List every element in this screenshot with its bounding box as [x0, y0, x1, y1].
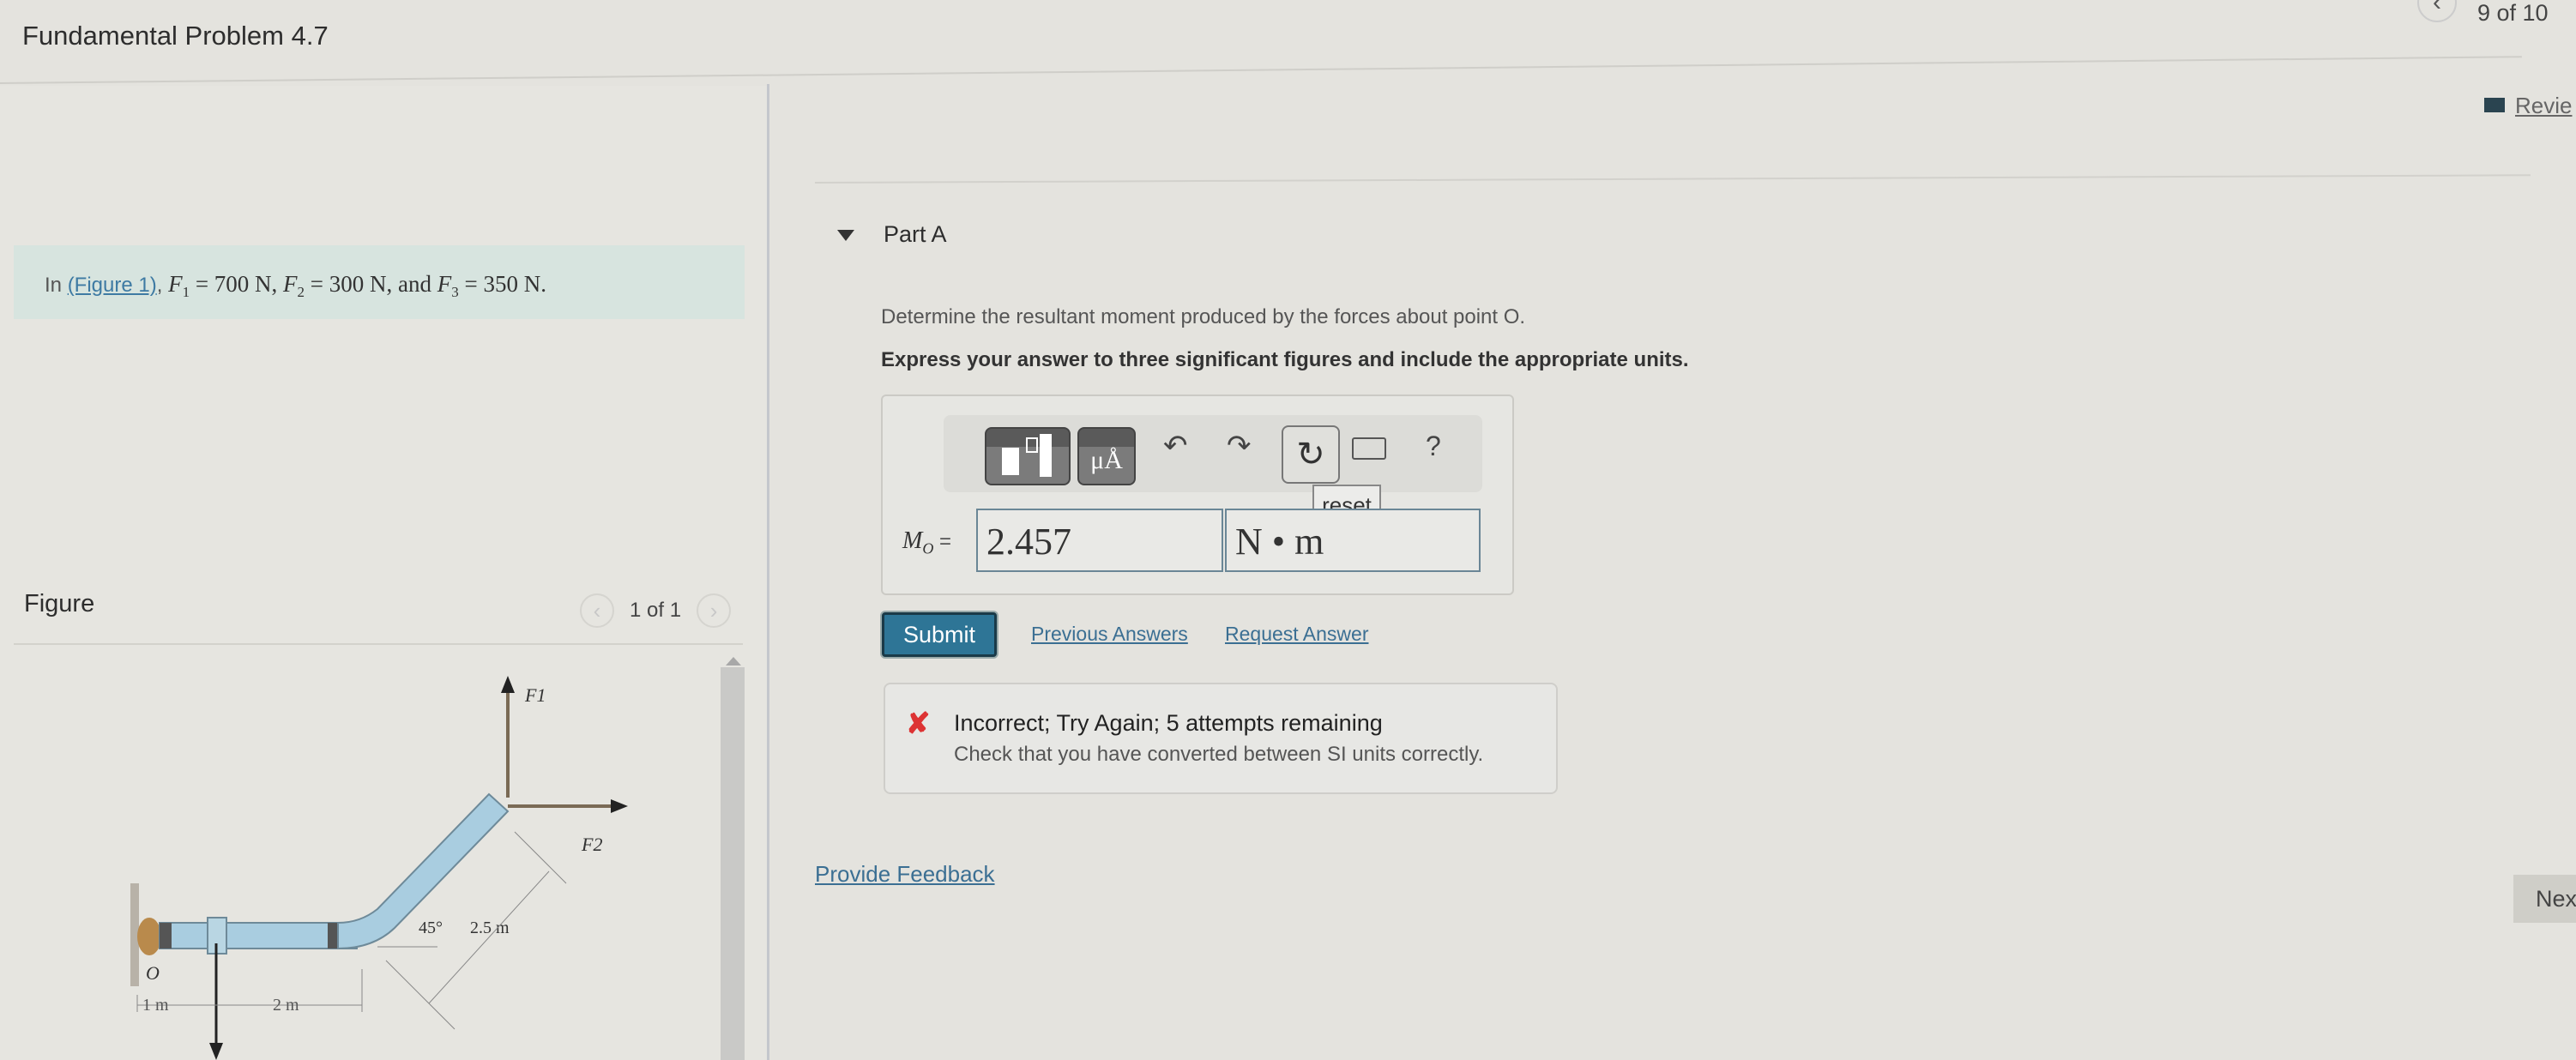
previous-answers-link[interactable]: Previous Answers	[1031, 623, 1188, 646]
comma: ,	[156, 274, 169, 297]
angle-label: 45°	[419, 918, 443, 937]
feedback-hint: Check that you have converted between SI…	[954, 743, 1484, 766]
pipe-joint	[328, 923, 338, 949]
origin-label: O	[146, 962, 160, 984]
previous-item-button[interactable]: ‹	[2417, 0, 2457, 22]
math-toolbar: μÅ ↶ ↷ ↻ ?	[944, 415, 1482, 492]
incorrect-x-icon: ✘	[906, 708, 931, 740]
answer-label: MO =	[902, 527, 951, 558]
templates-button[interactable]	[985, 427, 1071, 485]
help-button[interactable]: ?	[1426, 431, 1441, 462]
part-divider	[814, 174, 2531, 184]
question-text: Determine the resultant moment produced …	[881, 305, 1526, 328]
undo-icon[interactable]: ↶	[1163, 429, 1188, 463]
header-divider	[0, 56, 2522, 84]
figure-page-count: 1 of 1	[630, 599, 682, 622]
chevron-left-icon: ‹	[2433, 0, 2441, 16]
horizontal-pipe	[159, 922, 358, 949]
review-icon	[2484, 98, 2505, 112]
figure-link[interactable]: (Figure 1)	[68, 274, 157, 297]
panel-divider[interactable]	[767, 84, 769, 1060]
units-button[interactable]: μÅ	[1077, 427, 1136, 485]
f1-label: F1	[524, 684, 546, 706]
page-title: Fundamental Problem 4.7	[22, 21, 329, 51]
reset-button[interactable]: ↻	[1282, 425, 1340, 484]
f2-value: = 300 N, and	[305, 271, 437, 297]
item-counter: 9 of 10	[2477, 0, 2549, 26]
figure-heading: Figure	[24, 590, 95, 617]
pipe-joint	[160, 923, 172, 949]
f3-value: = 350 N.	[458, 271, 546, 297]
dim-ext	[385, 960, 455, 1030]
templates-icon	[1002, 448, 1019, 475]
figure-divider	[14, 643, 743, 645]
chevron-right-icon: ›	[709, 597, 718, 623]
provide-feedback-link[interactable]: Provide Feedback	[815, 861, 995, 888]
figure-pager: ‹ 1 of 1 ›	[580, 593, 732, 628]
part-a-title[interactable]: Part A	[884, 221, 947, 248]
dim-ext	[514, 831, 567, 884]
f1-value: = 700 N,	[190, 271, 284, 297]
collapse-triangle-icon[interactable]	[837, 230, 854, 241]
f3-sub: 3	[451, 283, 459, 300]
f1-sub: 1	[182, 283, 190, 300]
problem-prefix: In	[45, 274, 68, 297]
f2-symbol: F	[283, 271, 298, 297]
feedback-box	[884, 683, 1558, 794]
pipe-figure: F1 F2 1 m 2 m O 45° 2.5 m	[130, 676, 628, 1060]
dim-1m: 1 m	[142, 996, 169, 1015]
figure-scrollbar[interactable]	[721, 667, 745, 1060]
instruction-text: Express your answer to three significant…	[881, 348, 1689, 371]
f2-arrowhead-icon	[611, 799, 628, 813]
f1-arrowhead-icon	[501, 676, 515, 693]
wall-flange	[137, 918, 161, 955]
answer-units-input[interactable]: N • m	[1225, 509, 1481, 572]
request-answer-link[interactable]: Request Answer	[1225, 623, 1368, 646]
f1-symbol: F	[168, 271, 183, 297]
chevron-left-icon: ‹	[593, 597, 601, 623]
dim-2m: 2 m	[273, 996, 299, 1015]
submit-button[interactable]: Submit	[882, 612, 997, 657]
review-link[interactable]: Revie	[2515, 93, 2572, 119]
keyboard-icon[interactable]	[1352, 437, 1386, 460]
scroll-up-arrow-icon[interactable]	[726, 657, 741, 666]
problem-statement: In (Figure 1), F1 = 700 N, F2 = 300 N, a…	[45, 271, 546, 301]
templates-icon-part	[1040, 434, 1052, 477]
f2-sub: 2	[297, 283, 305, 300]
equals-sign: =	[933, 530, 952, 553]
diag-dim-line	[428, 870, 550, 1004]
answer-variable: MO	[902, 527, 934, 557]
answer-value-input[interactable]: 2.457	[976, 509, 1223, 572]
f3-symbol: F	[437, 271, 452, 297]
f2-label: F2	[581, 834, 602, 855]
feedback-status: Incorrect; Try Again; 5 attempts remaini…	[954, 710, 1383, 736]
reset-icon: ↻	[1296, 436, 1325, 473]
redo-icon[interactable]: ↷	[1227, 429, 1252, 463]
f3-arrowhead-icon	[209, 1043, 223, 1060]
figure-next-button[interactable]: ›	[697, 593, 732, 628]
figure-prev-button[interactable]: ‹	[580, 593, 614, 628]
templates-icon-part	[1026, 437, 1038, 453]
next-button[interactable]: Nex	[2513, 875, 2576, 923]
